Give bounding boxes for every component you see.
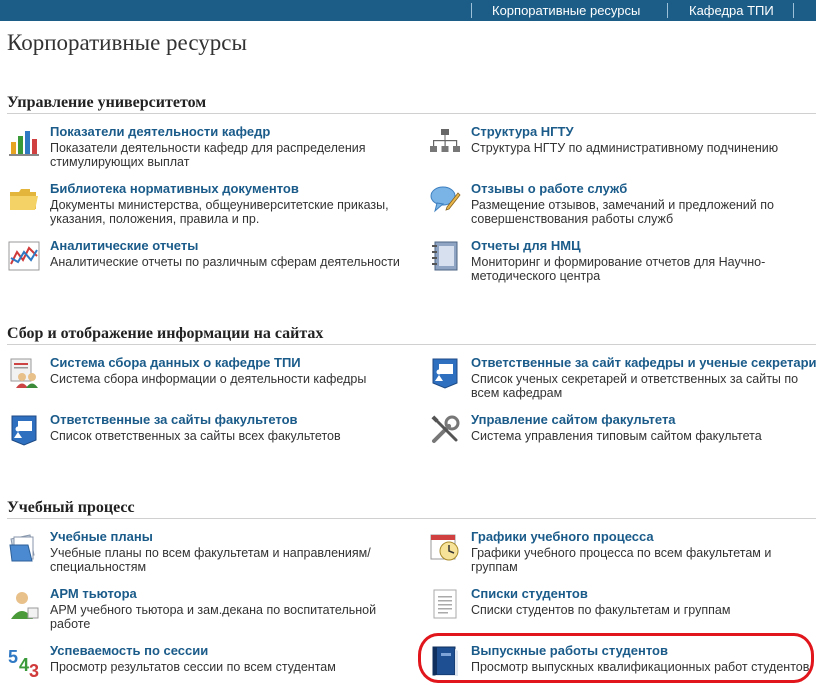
resource-item-faculty-site-management: Управление сайтом факультета Система упр… <box>429 412 816 464</box>
resource-item-student-lists: Списки студентов Списки студентов по фак… <box>429 586 816 638</box>
document-stack-icon[interactable] <box>8 531 40 563</box>
bar-chart-icon[interactable] <box>8 126 40 158</box>
resource-item-department-site-managers: Ответственные за сайт кафедры и ученые с… <box>429 355 816 407</box>
resource-item-tutor-workstation: АРМ тьютора АРМ учебного тьютора и зам.д… <box>8 586 398 638</box>
resource-link-ngtu-structure[interactable]: Структура НГТУ <box>471 124 574 139</box>
resource-item-normative-library: Библиотека нормативных документов Докуме… <box>8 181 398 233</box>
nav-separator <box>667 3 668 18</box>
section-divider <box>7 518 816 519</box>
speech-bubble-pencil-icon[interactable] <box>429 183 461 215</box>
resource-description: Аналитические отчеты по различным сферам… <box>50 255 400 269</box>
section-divider <box>7 113 816 114</box>
top-navigation-bar: Корпоративные ресурсы Кафедра ТПИ <box>0 0 816 21</box>
resource-item-nmc-reports: Отчеты для НМЦ Мониторинг и формирование… <box>429 238 816 290</box>
user-presentation-icon[interactable] <box>429 357 461 389</box>
notebook-icon[interactable] <box>429 240 461 272</box>
resource-link-analytic-reports[interactable]: Аналитические отчеты <box>50 238 198 253</box>
resource-description: Графики учебного процесса по всем факуль… <box>471 546 772 574</box>
resource-description: Структура НГТУ по административному подч… <box>471 141 779 155</box>
folder-icon[interactable] <box>8 183 40 215</box>
resource-item-service-feedback: Отзывы о работе служб Размещение отзывов… <box>429 181 816 233</box>
resource-description: Система управления типовым сайтом факуль… <box>471 429 762 443</box>
resource-link-study-plans[interactable]: Учебные планы <box>50 529 153 544</box>
resource-description: Список ответственных за сайты всех факул… <box>50 429 341 443</box>
resource-link-session-progress[interactable]: Успеваемость по сессии <box>50 643 208 658</box>
resource-item-session-progress: 5 4 3 Успеваемость по сессии Просмотр ре… <box>8 643 398 685</box>
resource-description: Документы министерства, общеуниверситетс… <box>50 198 389 226</box>
resource-item-process-schedules: Графики учебного процесса Графики учебно… <box>429 529 816 581</box>
org-structure-icon[interactable] <box>429 126 461 158</box>
resource-description: Показатели деятельности кафедр для распр… <box>50 141 366 169</box>
grades-543-icon[interactable]: 5 4 3 <box>8 645 40 677</box>
nav-separator <box>471 3 472 18</box>
list-document-icon[interactable] <box>429 588 461 620</box>
resource-link-faculty-site-management[interactable]: Управление сайтом факультета <box>471 412 676 427</box>
resource-link-normative-library[interactable]: Библиотека нормативных документов <box>50 181 299 196</box>
resource-description: АРМ учебного тьютора и зам.декана по вос… <box>50 603 377 631</box>
resource-description: Просмотр результатов сессии по всем студ… <box>50 660 336 674</box>
section-title-educational-process: Учебный процесс <box>7 499 135 516</box>
resource-link-department-site-managers[interactable]: Ответственные за сайт кафедры и ученые с… <box>471 355 816 370</box>
resource-link-faculty-site-managers[interactable]: Ответственные за сайты факультетов <box>50 412 298 427</box>
nav-link-department-tpi[interactable]: Кафедра ТПИ <box>689 3 774 18</box>
red-highlight-annotation <box>418 633 814 683</box>
resource-description: Мониторинг и формирование отчетов для На… <box>471 255 766 283</box>
users-report-icon[interactable] <box>8 357 40 389</box>
grade-three-glyph: 3 <box>29 661 39 677</box>
nav-separator <box>793 3 794 18</box>
resource-link-department-indicators[interactable]: Показатели деятельности кафедр <box>50 124 270 139</box>
tools-icon[interactable] <box>429 414 461 446</box>
resource-link-tutor-workstation[interactable]: АРМ тьютора <box>50 586 137 601</box>
page-title: Корпоративные ресурсы <box>7 30 247 55</box>
resource-item-analytic-reports: Аналитические отчеты Аналитические отчет… <box>8 238 400 290</box>
grade-five-glyph: 5 <box>8 647 18 667</box>
resource-description: Размещение отзывов, замечаний и предложе… <box>471 198 774 226</box>
resource-description: Учебные планы по всем факультетам и напр… <box>50 546 371 574</box>
resource-link-process-schedules[interactable]: Графики учебного процесса <box>471 529 654 544</box>
resource-item-department-indicators: Показатели деятельности кафедр Показател… <box>8 124 398 176</box>
resource-item-study-plans: Учебные планы Учебные планы по всем факу… <box>8 529 398 581</box>
grade-four-glyph: 4 <box>19 655 29 675</box>
resource-description: Списки студентов по факультетам и группа… <box>471 603 731 617</box>
calendar-clock-icon[interactable] <box>429 531 461 563</box>
section-title-site-information: Сбор и отображение информации на сайтах <box>7 325 324 342</box>
resource-item-ngtu-structure: Структура НГТУ Структура НГТУ по админис… <box>429 124 816 176</box>
section-title-university-management: Управление университетом <box>7 94 207 111</box>
resource-item-faculty-site-managers: Ответственные за сайты факультетов Списо… <box>8 412 398 464</box>
nav-link-corporate-resources[interactable]: Корпоративные ресурсы <box>492 3 640 18</box>
resource-link-tpi-data-system[interactable]: Система сбора данных о кафедре ТПИ <box>50 355 301 370</box>
user-presentation-icon[interactable] <box>8 414 40 446</box>
tutor-user-icon[interactable] <box>8 588 40 620</box>
line-chart-icon[interactable] <box>8 240 40 272</box>
resource-description: Система сбора информации о деятельности … <box>50 372 367 386</box>
resource-description: Список ученых секретарей и ответственных… <box>471 372 799 400</box>
section-divider <box>7 344 816 345</box>
resource-link-service-feedback[interactable]: Отзывы о работе служб <box>471 181 627 196</box>
resource-link-nmc-reports[interactable]: Отчеты для НМЦ <box>471 238 581 253</box>
resource-link-student-lists[interactable]: Списки студентов <box>471 586 588 601</box>
resource-item-tpi-data-system: Система сбора данных о кафедре ТПИ Систе… <box>8 355 398 407</box>
